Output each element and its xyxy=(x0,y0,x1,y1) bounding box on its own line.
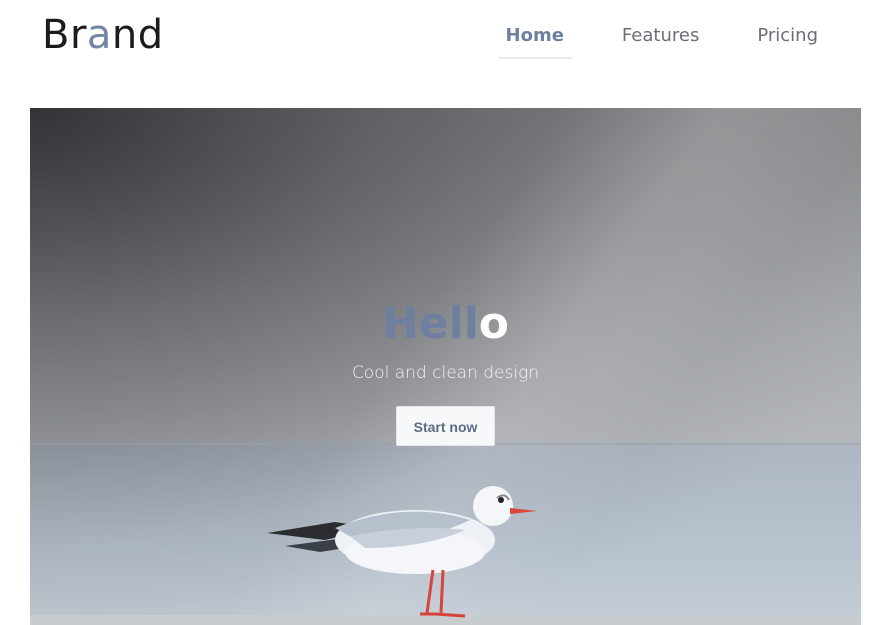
nav-item-home[interactable]: Home xyxy=(497,22,573,59)
brand-logo[interactable]: Brand xyxy=(42,12,164,58)
hero-title: Hello xyxy=(30,296,861,352)
hero-title-main: Hell xyxy=(381,298,479,349)
brand-prefix: Br xyxy=(42,12,87,58)
nav-item-features[interactable]: Features xyxy=(614,22,707,59)
hero-section: Hello Cool and clean design Start now xyxy=(30,108,861,625)
brand-suffix: nd xyxy=(111,12,164,58)
brand-accent-letter: a xyxy=(86,12,112,58)
main-nav: Home Features Pricing xyxy=(456,22,826,59)
seagull-image xyxy=(267,486,537,618)
hero-title-last-letter: o xyxy=(478,298,510,349)
start-now-button[interactable]: Start now xyxy=(396,406,495,446)
hero-subtitle: Cool and clean design xyxy=(351,363,540,383)
nav-item-pricing[interactable]: Pricing xyxy=(749,22,826,59)
site-header: Brand Home Features Pricing xyxy=(0,0,890,80)
